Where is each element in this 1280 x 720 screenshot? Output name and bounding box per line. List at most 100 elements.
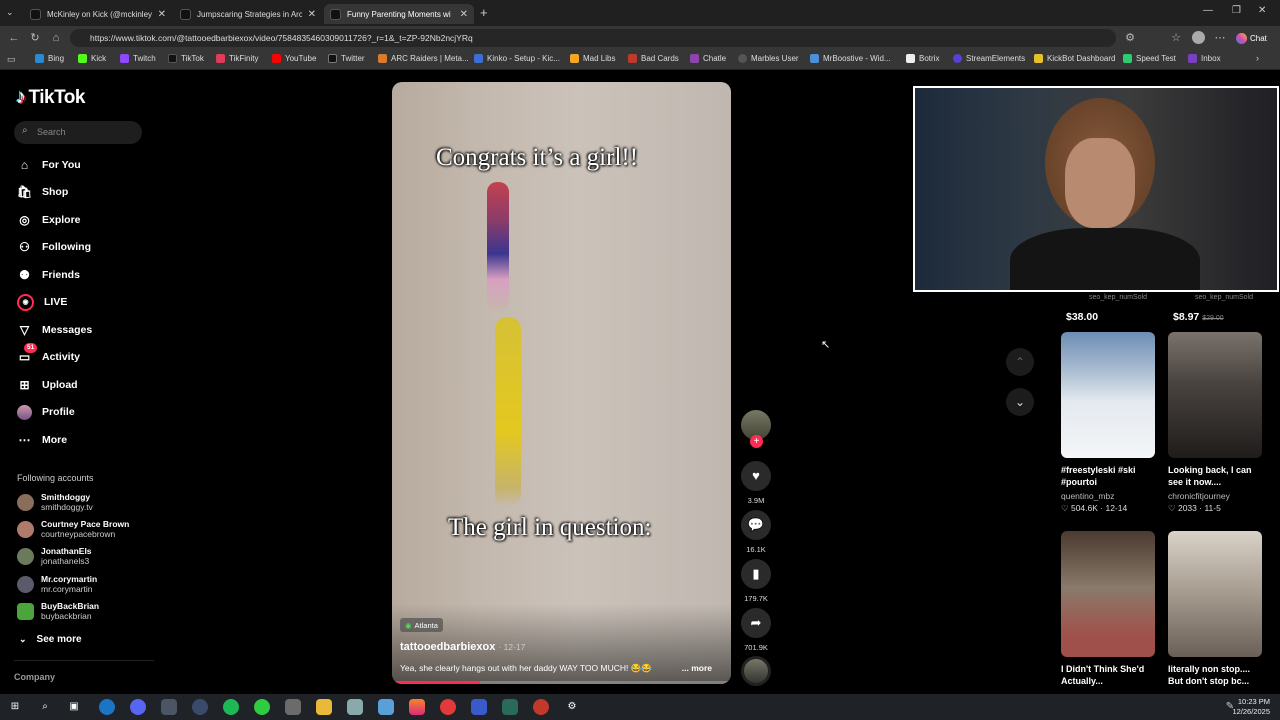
search-input[interactable]: ⌕ Search [14, 121, 142, 144]
recommended-video-card[interactable]: Looking back, I can see it now.... chron… [1168, 332, 1262, 514]
tiktok-logo[interactable]: ♪ TikTok [16, 86, 85, 109]
recommended-video-card[interactable]: I Didn't Think She'd Actually... [1061, 531, 1155, 687]
recommended-video-card[interactable]: literally non stop.... But don't stop bc… [1168, 531, 1262, 687]
app-icon[interactable] [440, 699, 456, 715]
bookmark-bad-cards[interactable]: Bad Cards [628, 54, 679, 63]
app-icon[interactable] [471, 699, 487, 715]
share-button[interactable]: ➦ 701.9K [740, 608, 772, 652]
settings-gear-icon[interactable]: ⚙ [564, 699, 580, 715]
bookmark-kickbot[interactable]: KickBot Dashboard [1034, 54, 1115, 63]
next-video-button[interactable]: ⌄ [1006, 388, 1034, 416]
search-icon[interactable]: ⌕ [37, 699, 53, 715]
like-button[interactable]: ♥ 3.9M [740, 461, 772, 505]
nav-profile[interactable]: Profile [17, 402, 75, 422]
following-account[interactable]: BuyBackBrian buybackbrian [17, 601, 99, 621]
app-icon[interactable] [533, 699, 549, 715]
bookmark-tiktok[interactable]: TikTok [168, 54, 204, 63]
company-link[interactable]: Company [14, 672, 55, 682]
avatar[interactable] [1192, 31, 1205, 44]
bookmarks-menu-icon[interactable]: ▭ [7, 54, 16, 65]
bookmark-kinko[interactable]: Kinko - Setup - Kic... [474, 54, 560, 63]
video-author[interactable]: tattooedbarbiexox · 12-17 [400, 641, 525, 653]
nav-more[interactable]: ⋯ More [17, 430, 68, 450]
app-icon[interactable] [347, 699, 363, 715]
app-icon[interactable] [130, 699, 146, 715]
follow-plus-icon[interactable]: + [750, 435, 763, 448]
tab-arc-raiders[interactable]: Jumpscaring Strategies in Arc Raid ✕ [174, 4, 322, 24]
system-clock[interactable]: 10:23 PM 12/26/2025 [1232, 697, 1270, 717]
nav-activity[interactable]: ▭ 51 Activity [17, 343, 80, 367]
bookmark-mrboostive[interactable]: MrBoostive - Wid... [810, 54, 891, 63]
bookmark-twitch[interactable]: Twitch [120, 54, 156, 63]
edge-icon[interactable] [99, 699, 115, 715]
bookmark-twitter[interactable]: Twitter [328, 54, 365, 63]
see-more-button[interactable]: ⌄ See more [17, 629, 82, 649]
nav-explore[interactable]: ◎ Explore [17, 210, 80, 230]
nav-live[interactable]: ◉ LIVE [17, 292, 67, 312]
bookmark-kick[interactable]: Kick [78, 54, 106, 63]
following-account[interactable]: JonathanEls jonathanels3 [17, 546, 92, 566]
previous-video-button[interactable]: ⌃ [1006, 348, 1034, 376]
app-icon[interactable] [409, 699, 425, 715]
copilot-chat-button[interactable]: Chat [1236, 30, 1267, 46]
following-account[interactable]: Smithdoggy smithdoggy.tv [17, 492, 93, 512]
more-link[interactable]: ... more [682, 663, 712, 673]
shop-item-price[interactable]: $38.00 [1066, 311, 1098, 323]
app-icon[interactable] [254, 699, 270, 715]
task-view-icon[interactable]: ▣ [66, 699, 82, 715]
bookmark-streamelements[interactable]: StreamElements [953, 54, 1025, 63]
close-tab-icon[interactable]: ✕ [158, 9, 166, 20]
bookmark-youtube[interactable]: YouTube [272, 54, 316, 63]
app-icon[interactable] [285, 699, 301, 715]
close-window-icon[interactable]: ✕ [1258, 5, 1266, 16]
creator-avatar-button[interactable]: + [740, 410, 772, 448]
following-account[interactable]: Mr.corymartin mr.corymartin [17, 574, 97, 594]
app-icon[interactable] [502, 699, 518, 715]
tab-funny-parenting[interactable]: Funny Parenting Moments wi ✕ [324, 4, 474, 24]
comment-button[interactable]: 💬 16.1K [740, 510, 772, 554]
sound-disc-button[interactable] [740, 656, 772, 686]
tab-list-icon[interactable]: ⌄ [6, 7, 14, 18]
menu-dots-icon[interactable]: ⋯ [1212, 30, 1228, 46]
back-icon[interactable]: ← [6, 30, 22, 46]
nav-shop[interactable]: 🛍 Shop [17, 182, 68, 202]
spotify-icon[interactable] [223, 699, 239, 715]
minimize-icon[interactable]: — [1203, 5, 1213, 16]
new-tab-icon[interactable]: + [480, 5, 488, 20]
bookmark-marbles[interactable]: Marbles User [738, 54, 799, 63]
video-progress-bar[interactable] [392, 681, 731, 684]
bookmark-chatle[interactable]: Chatle [690, 54, 726, 63]
tab-kick[interactable]: McKinley on Kick (@mckinley.tv) | ✕ [24, 4, 172, 24]
windows-start-icon[interactable]: ⊞ [7, 699, 23, 715]
bookmarks-overflow-icon[interactable]: › [1256, 53, 1259, 63]
bookmark-botrix[interactable]: Botrix [906, 54, 939, 63]
bookmark-speed-test[interactable]: Speed Test [1123, 54, 1176, 63]
bookmark-inbox[interactable]: Inbox [1188, 54, 1221, 63]
home-browser-icon[interactable]: ⌂ [48, 30, 64, 46]
maximize-icon[interactable]: ❐ [1232, 5, 1241, 16]
recommended-video-card[interactable]: #freestyleski #ski #pourtoi quentino_mbz… [1061, 332, 1155, 514]
url-field[interactable]: https://www.tiktok.com/@tattooedbarbiexo… [70, 29, 1116, 47]
bookmark-mad-libs[interactable]: Mad Libs [570, 54, 615, 63]
nav-upload[interactable]: ⊞ Upload [17, 375, 77, 395]
bookmark-bing[interactable]: Bing [35, 54, 64, 63]
folder-icon[interactable] [316, 699, 332, 715]
save-button[interactable]: ▮ 179.7K [740, 559, 772, 603]
shop-item-price[interactable]: $8.97 $29.00 [1173, 311, 1224, 323]
reload-icon[interactable]: ↻ [27, 30, 43, 46]
nav-following[interactable]: ⚇ Following [17, 237, 91, 257]
app-icon[interactable] [192, 699, 208, 715]
favorites-icon[interactable]: ☆ [1168, 30, 1184, 46]
app-icon[interactable] [378, 699, 394, 715]
following-account[interactable]: Courtney Pace Brown courtneypacebrown [17, 519, 129, 539]
close-tab-icon[interactable]: ✕ [460, 9, 468, 20]
nav-messages[interactable]: ▽ Messages [17, 320, 92, 340]
location-tag[interactable]: ◉ Atlanta [400, 618, 443, 632]
bookmark-arc-raiders[interactable]: ARC Raiders | Meta... [378, 54, 469, 63]
close-tab-icon[interactable]: ✕ [308, 9, 316, 20]
app-icon[interactable] [161, 699, 177, 715]
video-player[interactable]: Congrats it’s a girl!! The girl in quest… [392, 82, 731, 684]
extensions-icon[interactable]: ⚙ [1122, 30, 1138, 46]
bookmark-tikfinity[interactable]: TikFinity [216, 54, 258, 63]
nav-friends[interactable]: ⚉ Friends [17, 265, 80, 285]
